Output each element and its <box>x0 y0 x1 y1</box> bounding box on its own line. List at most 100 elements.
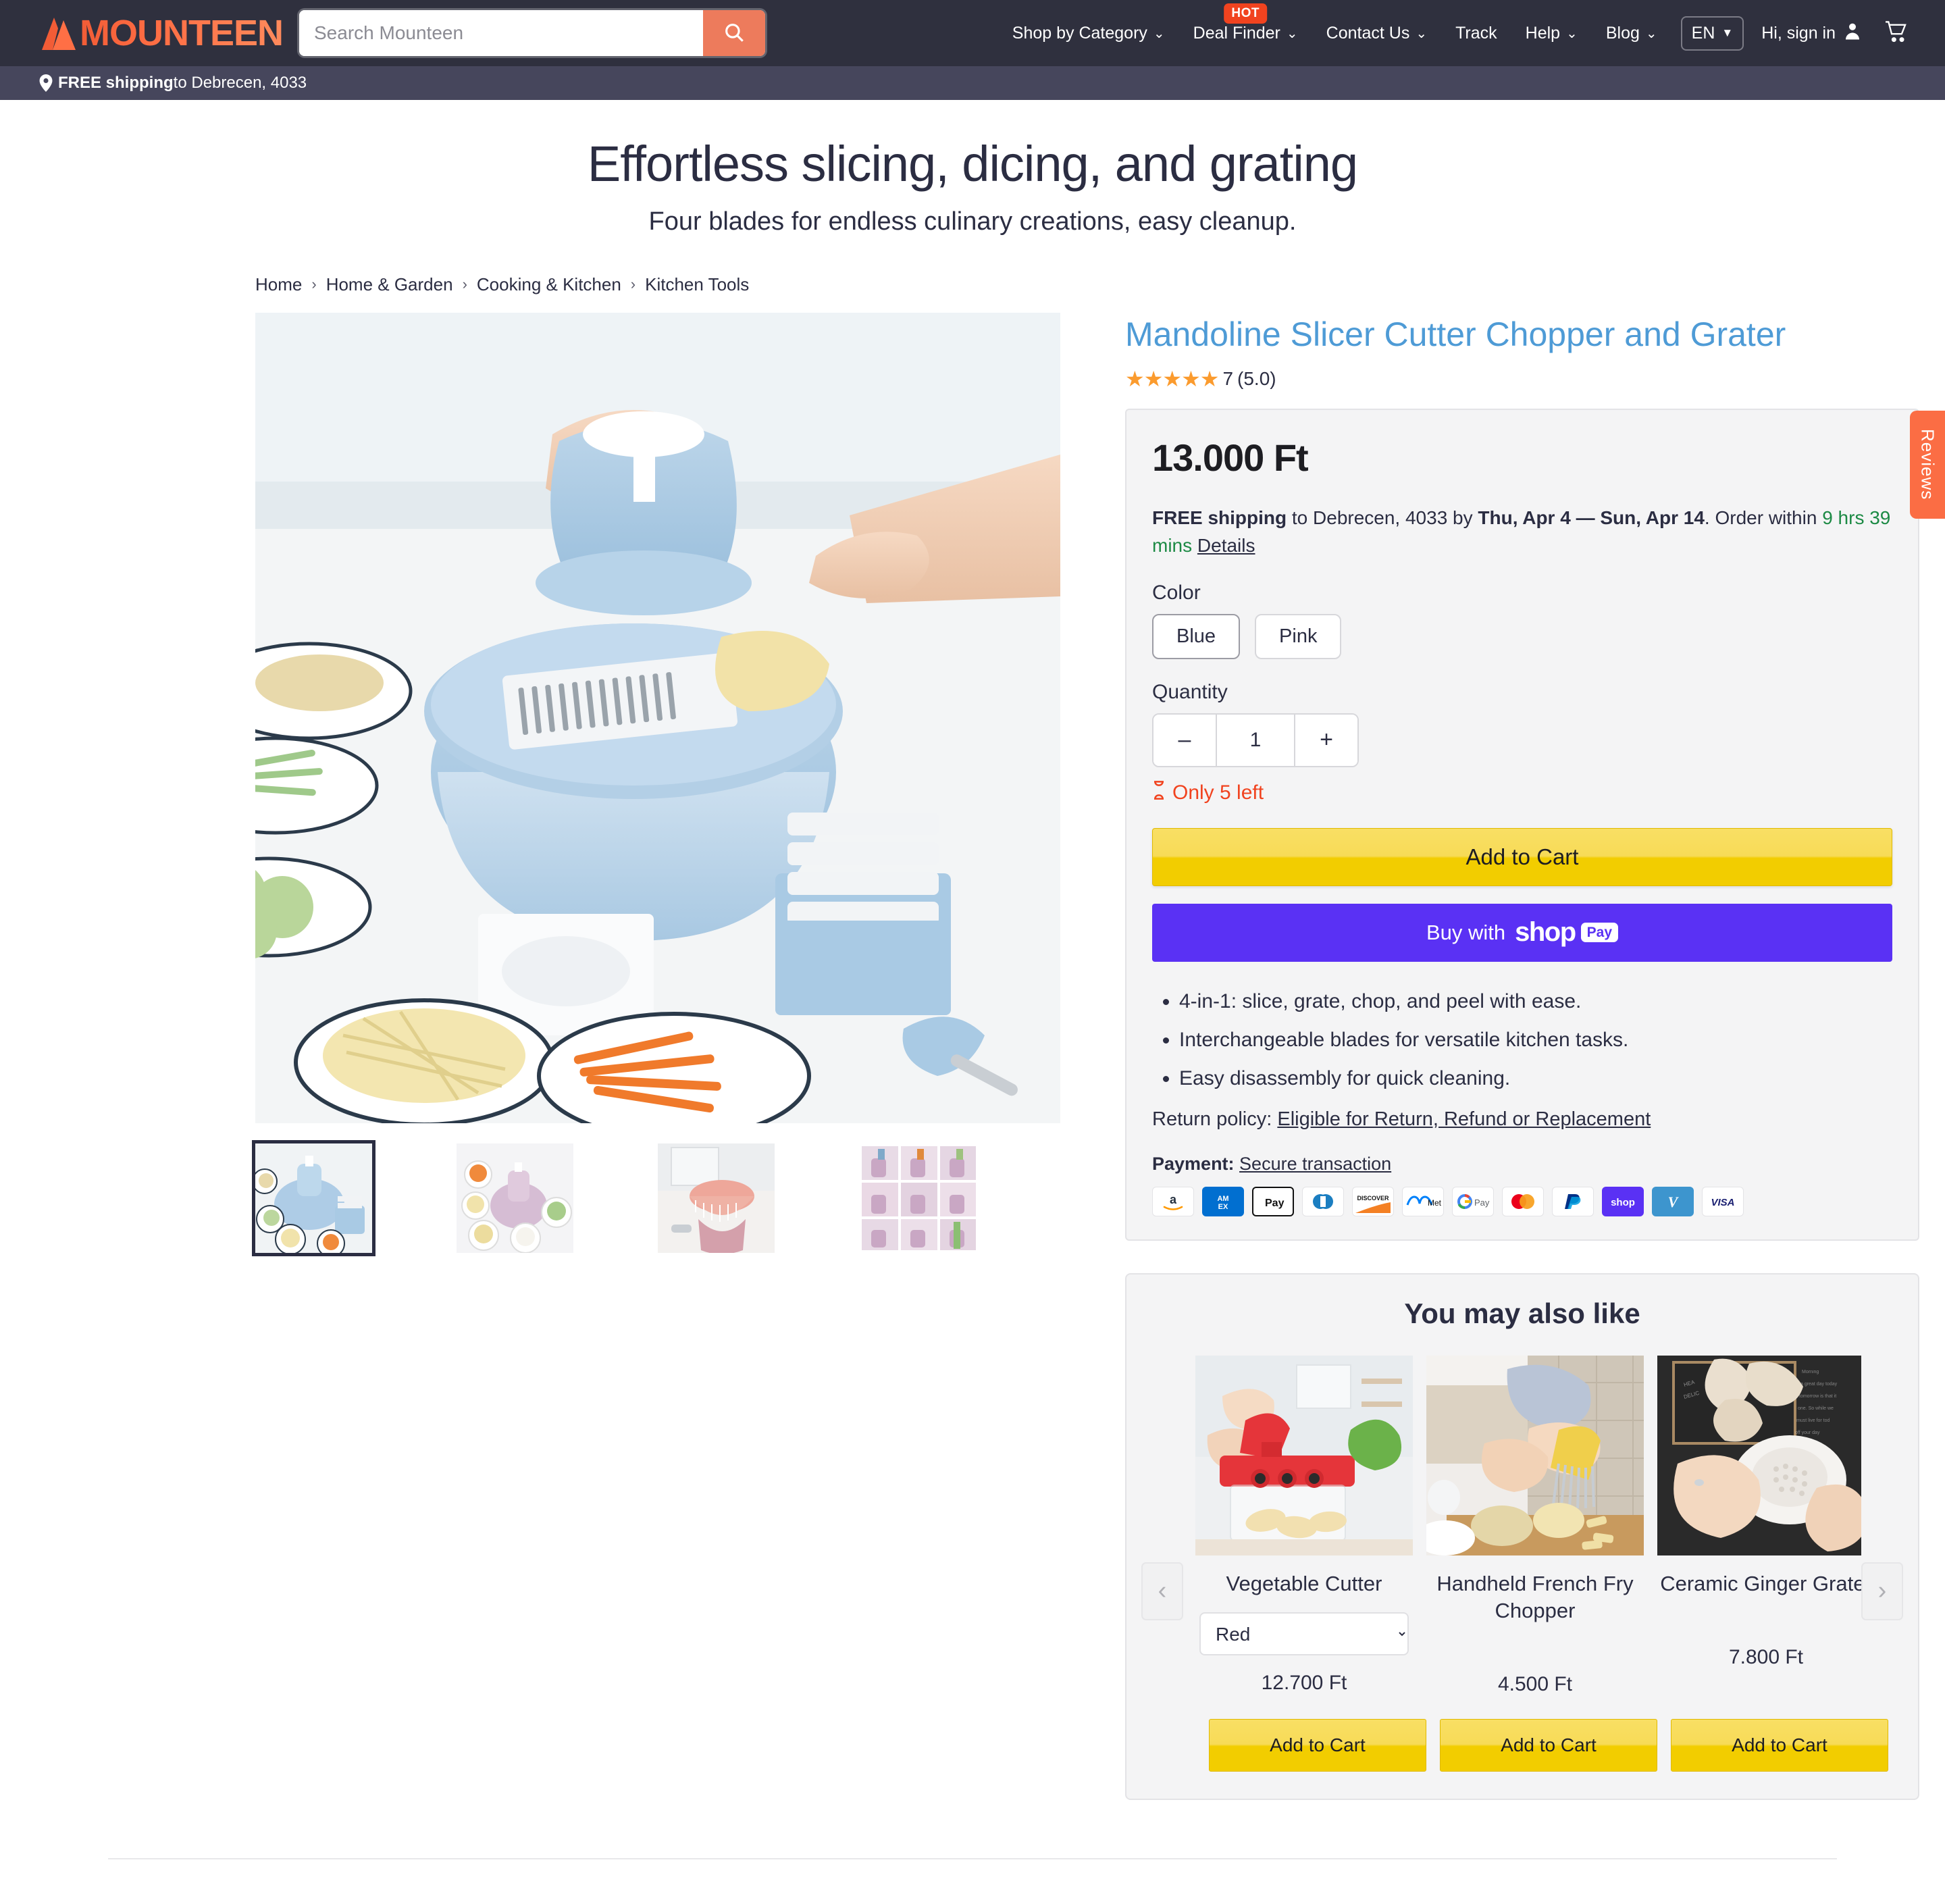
nav-item-help[interactable]: Help ⌄ <box>1511 24 1592 43</box>
nav-item-track[interactable]: Track <box>1441 24 1511 43</box>
svg-text:tomorrow is that it: tomorrow is that it <box>1799 1394 1836 1399</box>
shop-wordmark: shop <box>1515 917 1576 948</box>
site-header: MOUNTEEN Shop by Category ⌄ HOT Deal Fin… <box>0 0 1945 66</box>
page-content: Home › Home & Garden › Cooking & Kitchen… <box>108 243 1919 1860</box>
recommendation-card[interactable]: Vegetable Cutter Red 12.700 Ft <box>1195 1355 1413 1697</box>
svg-text:Meta: Meta <box>1428 1198 1441 1208</box>
chevron-down-icon: ▼ <box>1721 26 1734 39</box>
brand-name: MOUNTEEN <box>80 13 284 53</box>
shipping-details-link[interactable]: Details <box>1197 535 1255 556</box>
svg-text:shop: shop <box>1611 1197 1635 1208</box>
product-info-column: Mandoline Slicer Cutter Chopper and Grat… <box>1125 313 1919 1801</box>
color-option-blue[interactable]: Blue <box>1152 613 1241 659</box>
hero-section: Effortless slicing, dicing, and grating … <box>0 100 1945 243</box>
recommendation-add-to-cart-button[interactable]: Add to Cart <box>1209 1719 1426 1772</box>
search-submit-button[interactable] <box>703 10 765 56</box>
svg-text:Pay: Pay <box>1265 1198 1285 1209</box>
google-pay-icon: Pay <box>1452 1186 1494 1216</box>
breadcrumb-item-home[interactable]: Home <box>255 274 302 295</box>
product-title[interactable]: Mandoline Slicer Cutter Chopper and Grat… <box>1125 313 1919 356</box>
recommendation-title[interactable]: Vegetable Cutter <box>1226 1570 1382 1597</box>
quantity-value[interactable]: 1 <box>1216 714 1295 766</box>
recommendation-price: 7.800 Ft <box>1728 1646 1804 1669</box>
nav-item-blog[interactable]: Blog ⌄ <box>1592 24 1671 43</box>
product-main-image[interactable] <box>255 312 1060 1123</box>
hot-badge: HOT <box>1224 3 1267 24</box>
feature-list: 4-in-1: slice, grate, chop, and peel wit… <box>1152 990 1892 1089</box>
recommendation-title[interactable]: Handheld French Fry Chopper <box>1426 1570 1644 1625</box>
nav-item-shop-by-category[interactable]: Shop by Category ⌄ <box>998 24 1179 43</box>
shipping-estimate: FREE shipping to Debrecen, 4033 by Thu, … <box>1152 504 1892 560</box>
carousel-next-button[interactable]: › <box>1861 1562 1903 1620</box>
recommendations-carousel: ‹ Vegetable Cutter Red 12.700 Ft Handhel… <box>1141 1355 1903 1697</box>
payment-section: Payment: Secure transaction a AMEX Pay <box>1152 1154 1892 1216</box>
recommendation-add-to-cart-button[interactable]: Add to Cart <box>1671 1719 1888 1772</box>
pay-chip: Pay <box>1580 923 1619 943</box>
thumbnail-1[interactable] <box>252 1139 375 1256</box>
recommendation-image[interactable]: HEA DELIC Morning a great day today tomo… <box>1657 1355 1861 1555</box>
recommendation-title[interactable]: Ceramic Ginger Grater <box>1660 1570 1861 1597</box>
amazon-pay-icon: a <box>1152 1186 1194 1216</box>
breadcrumb-item-kitchen-tools[interactable]: Kitchen Tools <box>645 274 749 295</box>
payment-label: Payment: <box>1152 1153 1240 1174</box>
secure-transaction-link[interactable]: Secure transaction <box>1239 1154 1391 1174</box>
recommendation-image[interactable] <box>1426 1355 1644 1555</box>
carousel-prev-button[interactable]: ‹ <box>1141 1562 1183 1620</box>
search-bar[interactable] <box>299 10 765 56</box>
stock-warning: Only 5 left <box>1152 780 1892 805</box>
sign-in-link[interactable]: Hi, sign in <box>1752 21 1872 46</box>
feature-item: Easy disassembly for quick cleaning. <box>1179 1067 1892 1089</box>
svg-text:V: V <box>1668 1193 1680 1210</box>
mastercard-icon <box>1502 1186 1544 1216</box>
buy-with-shop-pay-button[interactable]: Buy with shop Pay <box>1152 903 1892 962</box>
quantity-decrement-button[interactable]: – <box>1153 714 1216 766</box>
recommendation-card[interactable]: HEA DELIC Morning a great day today tomo… <box>1657 1355 1861 1697</box>
nav-item-contact-us[interactable]: Contact Us ⌄ <box>1312 24 1441 43</box>
product-rating[interactable]: ★★★★★ 7 (5.0) <box>1125 368 1919 390</box>
site-logo[interactable]: MOUNTEEN <box>38 13 284 53</box>
chevron-down-icon: ⌄ <box>1416 26 1428 41</box>
review-count: 7 <box>1222 367 1234 389</box>
breadcrumb-separator-icon: › <box>462 276 467 293</box>
return-policy-link[interactable]: Eligible for Return, Refund or Replaceme… <box>1277 1108 1651 1130</box>
visa-icon: VISA <box>1702 1186 1744 1216</box>
thumbnail-3[interactable] <box>658 1143 775 1253</box>
recommendation-variant-select[interactable]: Red <box>1199 1612 1409 1656</box>
chevron-down-icon: ⌄ <box>1286 26 1298 41</box>
reviews-tab-button[interactable]: Reviews <box>1910 411 1945 519</box>
recommendation-image[interactable] <box>1195 1355 1413 1555</box>
breadcrumb-item-home-garden[interactable]: Home & Garden <box>326 274 453 295</box>
recommendation-add-to-cart-button[interactable]: Add to Cart <box>1440 1719 1657 1772</box>
paypal-icon <box>1552 1186 1594 1216</box>
cart-icon <box>1884 20 1909 45</box>
page-wrapper: MOUNTEEN Shop by Category ⌄ HOT Deal Fin… <box>0 0 1945 1904</box>
svg-text:off your day: off your day <box>1795 1431 1820 1435</box>
buy-box: 13.000 Ft FREE shipping to Debrecen, 403… <box>1125 408 1919 1241</box>
main-navigation: Shop by Category ⌄ HOT Deal Finder ⌄ Con… <box>998 3 1915 51</box>
language-selector[interactable]: EN ▼ <box>1680 16 1744 51</box>
nav-label: Deal Finder <box>1193 23 1280 43</box>
recommendation-cards: Vegetable Cutter Red 12.700 Ft Handheld … <box>1183 1355 1861 1697</box>
recommendations-heading: You may also like <box>1404 1297 1640 1329</box>
nav-item-deal-finder[interactable]: HOT Deal Finder ⌄ <box>1179 3 1312 43</box>
color-options: Blue Pink <box>1152 613 1892 659</box>
cart-button[interactable] <box>1872 20 1915 46</box>
search-input[interactable] <box>299 10 703 56</box>
thumbnail-2[interactable] <box>457 1143 573 1253</box>
product-gallery <box>252 312 1060 1256</box>
star-rating-icon: ★★★★★ <box>1125 366 1219 391</box>
recommendation-card[interactable]: Handheld French Fry Chopper 4.500 Ft <box>1426 1355 1644 1697</box>
svg-text:EX: EX <box>1218 1203 1228 1211</box>
free-shipping-label: FREE shipping <box>1152 507 1287 528</box>
stock-warning-text: Only 5 left <box>1172 781 1264 804</box>
breadcrumb-item-cooking-kitchen[interactable]: Cooking & Kitchen <box>477 274 621 295</box>
nav-label: Track <box>1455 23 1497 43</box>
thumbnail-4[interactable] <box>859 1143 976 1253</box>
shop-pay-logo-icon: shop Pay <box>1515 917 1619 948</box>
shipping-location-bar[interactable]: FREE shipping to Debrecen, 4033 <box>0 66 1945 100</box>
nav-label: Blog <box>1605 23 1640 43</box>
order-within-text: . Order within <box>1704 507 1823 528</box>
quantity-increment-button[interactable]: + <box>1295 714 1357 766</box>
add-to-cart-button[interactable]: Add to Cart <box>1152 827 1892 886</box>
color-option-pink[interactable]: Pink <box>1255 613 1342 659</box>
